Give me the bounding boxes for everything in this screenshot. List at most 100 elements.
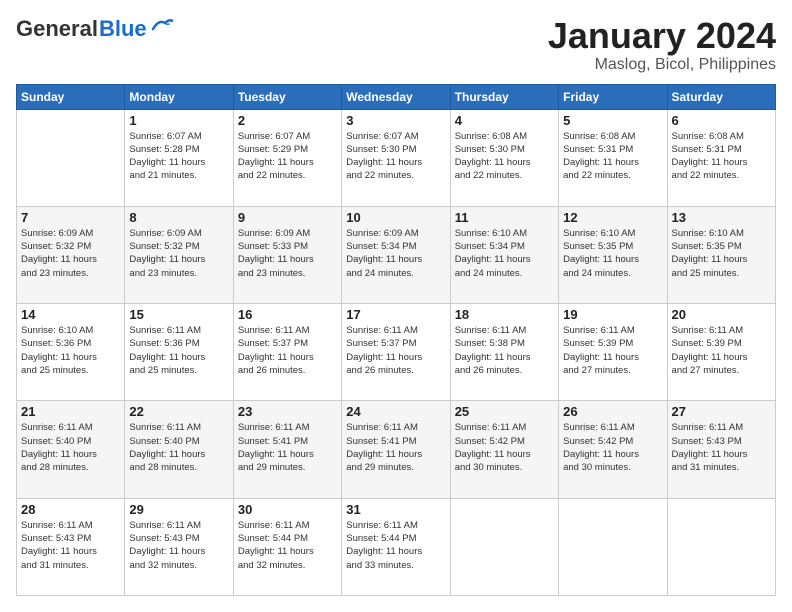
day-info: Sunrise: 6:09 AM Sunset: 5:33 PM Dayligh… [238, 227, 337, 280]
day-info: Sunrise: 6:11 AM Sunset: 5:43 PM Dayligh… [672, 421, 771, 474]
calendar-cell: 1 Sunrise: 6:07 AM Sunset: 5:28 PM Daylig… [125, 109, 233, 206]
calendar-cell [559, 498, 667, 595]
day-number: 22 [129, 404, 228, 419]
col-monday: Monday [125, 84, 233, 109]
day-info: Sunrise: 6:10 AM Sunset: 5:35 PM Dayligh… [672, 227, 771, 280]
calendar-cell: 6 Sunrise: 6:08 AM Sunset: 5:31 PM Daylig… [667, 109, 775, 206]
calendar-cell: 23 Sunrise: 6:11 AM Sunset: 5:41 PM Dayli… [233, 401, 341, 498]
col-thursday: Thursday [450, 84, 558, 109]
day-info: Sunrise: 6:11 AM Sunset: 5:40 PM Dayligh… [129, 421, 228, 474]
day-info: Sunrise: 6:11 AM Sunset: 5:37 PM Dayligh… [238, 324, 337, 377]
calendar-cell: 22 Sunrise: 6:11 AM Sunset: 5:40 PM Dayli… [125, 401, 233, 498]
calendar-cell: 21 Sunrise: 6:11 AM Sunset: 5:40 PM Dayli… [17, 401, 125, 498]
day-info: Sunrise: 6:11 AM Sunset: 5:40 PM Dayligh… [21, 421, 120, 474]
day-info: Sunrise: 6:10 AM Sunset: 5:36 PM Dayligh… [21, 324, 120, 377]
calendar-cell: 5 Sunrise: 6:08 AM Sunset: 5:31 PM Daylig… [559, 109, 667, 206]
calendar-cell: 27Sunrise: 6:11 AM Sunset: 5:43 PM Dayli… [667, 401, 775, 498]
day-number: 13 [672, 210, 771, 225]
day-number: 28 [21, 502, 120, 517]
calendar-cell: 12 Sunrise: 6:10 AM Sunset: 5:35 PM Dayli… [559, 206, 667, 303]
day-info: Sunrise: 6:11 AM Sunset: 5:41 PM Dayligh… [346, 421, 445, 474]
day-number: 6 [672, 113, 771, 128]
day-info: Sunrise: 6:11 AM Sunset: 5:36 PM Dayligh… [129, 324, 228, 377]
col-saturday: Saturday [667, 84, 775, 109]
day-info: Sunrise: 6:07 AM Sunset: 5:28 PM Dayligh… [129, 130, 228, 183]
calendar-cell: 26Sunrise: 6:11 AM Sunset: 5:42 PM Dayli… [559, 401, 667, 498]
day-info: Sunrise: 6:08 AM Sunset: 5:30 PM Dayligh… [455, 130, 554, 183]
day-info: Sunrise: 6:11 AM Sunset: 5:43 PM Dayligh… [21, 519, 120, 572]
calendar-cell: 13 Sunrise: 6:10 AM Sunset: 5:35 PM Dayli… [667, 206, 775, 303]
calendar-cell: 18Sunrise: 6:11 AM Sunset: 5:38 PM Dayli… [450, 304, 558, 401]
calendar-cell: 17 Sunrise: 6:11 AM Sunset: 5:37 PM Dayli… [342, 304, 450, 401]
day-info: Sunrise: 6:09 AM Sunset: 5:32 PM Dayligh… [129, 227, 228, 280]
day-info: Sunrise: 6:09 AM Sunset: 5:34 PM Dayligh… [346, 227, 445, 280]
col-wednesday: Wednesday [342, 84, 450, 109]
day-info: Sunrise: 6:11 AM Sunset: 5:42 PM Dayligh… [455, 421, 554, 474]
day-info: Sunrise: 6:11 AM Sunset: 5:41 PM Dayligh… [238, 421, 337, 474]
calendar-cell: 4 Sunrise: 6:08 AM Sunset: 5:30 PM Daylig… [450, 109, 558, 206]
calendar-week-row: 1 Sunrise: 6:07 AM Sunset: 5:28 PM Daylig… [17, 109, 776, 206]
calendar-cell: 8Sunrise: 6:09 AM Sunset: 5:32 PM Daylig… [125, 206, 233, 303]
col-tuesday: Tuesday [233, 84, 341, 109]
day-number: 30 [238, 502, 337, 517]
day-number: 5 [563, 113, 662, 128]
day-info: Sunrise: 6:10 AM Sunset: 5:34 PM Dayligh… [455, 227, 554, 280]
day-info: Sunrise: 6:09 AM Sunset: 5:32 PM Dayligh… [21, 227, 120, 280]
calendar-cell: 10 Sunrise: 6:09 AM Sunset: 5:34 PM Dayli… [342, 206, 450, 303]
day-number: 19 [563, 307, 662, 322]
day-number: 15 [129, 307, 228, 322]
title-block: January 2024 Maslog, Bicol, Philippines [548, 16, 776, 74]
calendar-cell: 31Sunrise: 6:11 AM Sunset: 5:44 PM Dayli… [342, 498, 450, 595]
calendar-body: 1 Sunrise: 6:07 AM Sunset: 5:28 PM Daylig… [17, 109, 776, 595]
day-number: 24 [346, 404, 445, 419]
day-number: 4 [455, 113, 554, 128]
calendar-cell: 9 Sunrise: 6:09 AM Sunset: 5:33 PM Daylig… [233, 206, 341, 303]
calendar-cell [17, 109, 125, 206]
day-number: 16 [238, 307, 337, 322]
calendar-cell: 24 Sunrise: 6:11 AM Sunset: 5:41 PM Dayli… [342, 401, 450, 498]
day-number: 21 [21, 404, 120, 419]
day-info: Sunrise: 6:11 AM Sunset: 5:44 PM Dayligh… [346, 519, 445, 572]
calendar-cell [667, 498, 775, 595]
day-info: Sunrise: 6:11 AM Sunset: 5:39 PM Dayligh… [563, 324, 662, 377]
day-number: 2 [238, 113, 337, 128]
calendar-cell: 19 Sunrise: 6:11 AM Sunset: 5:39 PM Dayli… [559, 304, 667, 401]
calendar-cell: 15 Sunrise: 6:11 AM Sunset: 5:36 PM Dayli… [125, 304, 233, 401]
logo-bird-icon [151, 17, 173, 33]
day-number: 9 [238, 210, 337, 225]
calendar-week-row: 7Sunrise: 6:09 AM Sunset: 5:32 PM Daylig… [17, 206, 776, 303]
day-number: 3 [346, 113, 445, 128]
day-info: Sunrise: 6:08 AM Sunset: 5:31 PM Dayligh… [563, 130, 662, 183]
calendar-cell: 3Sunrise: 6:07 AM Sunset: 5:30 PM Daylig… [342, 109, 450, 206]
calendar-cell: 20Sunrise: 6:11 AM Sunset: 5:39 PM Dayli… [667, 304, 775, 401]
calendar-cell [450, 498, 558, 595]
day-info: Sunrise: 6:11 AM Sunset: 5:37 PM Dayligh… [346, 324, 445, 377]
calendar-cell: 16 Sunrise: 6:11 AM Sunset: 5:37 PM Dayli… [233, 304, 341, 401]
day-number: 23 [238, 404, 337, 419]
day-info: Sunrise: 6:08 AM Sunset: 5:31 PM Dayligh… [672, 130, 771, 183]
day-number: 18 [455, 307, 554, 322]
day-info: Sunrise: 6:11 AM Sunset: 5:42 PM Dayligh… [563, 421, 662, 474]
day-number: 1 [129, 113, 228, 128]
calendar-header-row: Sunday Monday Tuesday Wednesday Thursday… [17, 84, 776, 109]
calendar-cell: 11 Sunrise: 6:10 AM Sunset: 5:34 PM Dayli… [450, 206, 558, 303]
logo-blue: Blue [99, 16, 147, 42]
calendar-subtitle: Maslog, Bicol, Philippines [548, 56, 776, 74]
day-number: 10 [346, 210, 445, 225]
logo-general: General [16, 16, 98, 42]
calendar-week-row: 28 Sunrise: 6:11 AM Sunset: 5:43 PM Dayli… [17, 498, 776, 595]
calendar-cell: 25 Sunrise: 6:11 AM Sunset: 5:42 PM Dayli… [450, 401, 558, 498]
day-info: Sunrise: 6:10 AM Sunset: 5:35 PM Dayligh… [563, 227, 662, 280]
calendar-week-row: 21 Sunrise: 6:11 AM Sunset: 5:40 PM Dayli… [17, 401, 776, 498]
day-info: Sunrise: 6:11 AM Sunset: 5:39 PM Dayligh… [672, 324, 771, 377]
day-number: 25 [455, 404, 554, 419]
day-number: 11 [455, 210, 554, 225]
day-number: 17 [346, 307, 445, 322]
day-number: 12 [563, 210, 662, 225]
day-info: Sunrise: 6:11 AM Sunset: 5:43 PM Dayligh… [129, 519, 228, 572]
col-sunday: Sunday [17, 84, 125, 109]
calendar-cell: 7Sunrise: 6:09 AM Sunset: 5:32 PM Daylig… [17, 206, 125, 303]
calendar-cell: 30Sunrise: 6:11 AM Sunset: 5:44 PM Dayli… [233, 498, 341, 595]
calendar-title: January 2024 [548, 16, 776, 56]
calendar-cell: 14Sunrise: 6:10 AM Sunset: 5:36 PM Dayli… [17, 304, 125, 401]
